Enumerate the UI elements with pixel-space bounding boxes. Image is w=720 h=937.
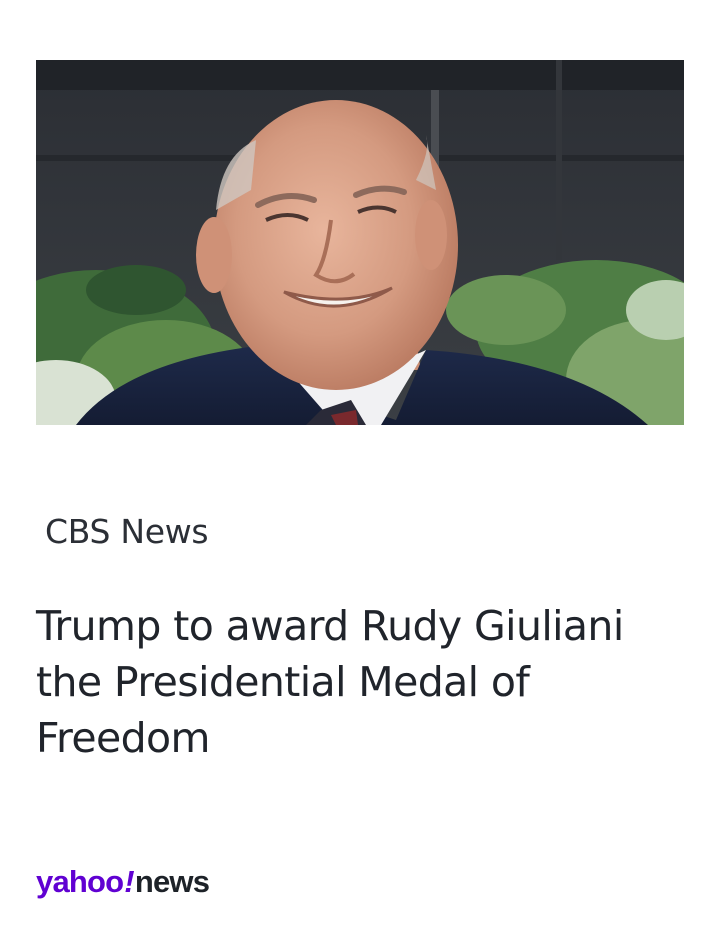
yahoo-news-logo[interactable]: yahoo ! news xyxy=(36,864,210,904)
article-hero-image[interactable] xyxy=(36,60,684,425)
logo-news-text: news xyxy=(134,864,210,899)
logo-exclamation: ! xyxy=(124,864,134,899)
article-source[interactable]: CBS News xyxy=(45,512,209,552)
logo-yahoo-text: yahoo xyxy=(36,864,124,899)
article-headline[interactable]: Trump to award Rudy Giuliani the Preside… xyxy=(36,598,676,766)
portrait-photo xyxy=(36,60,684,425)
